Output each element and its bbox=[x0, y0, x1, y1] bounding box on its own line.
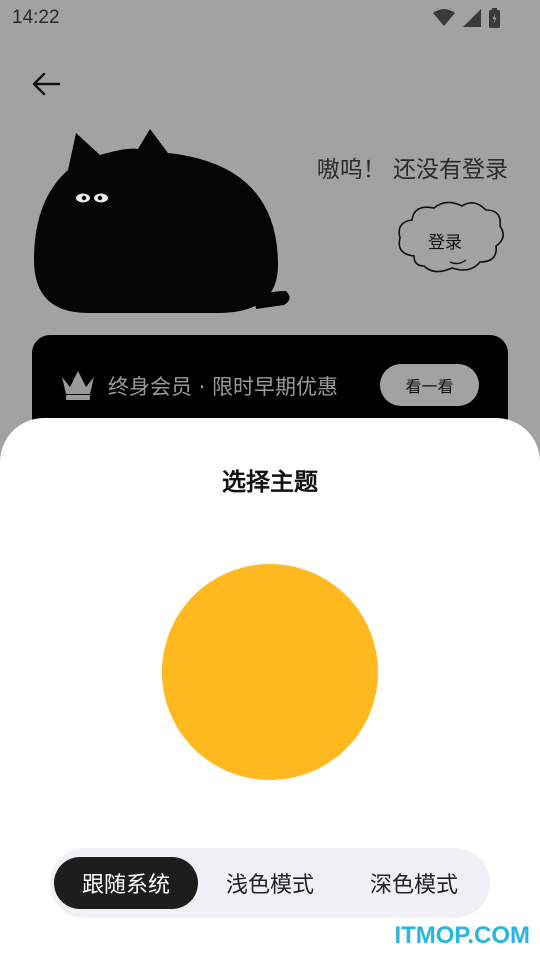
theme-option-dark[interactable]: 深色模式 bbox=[342, 857, 486, 909]
signal-icon bbox=[463, 9, 481, 27]
watermark: ITMOP.COM bbox=[394, 922, 530, 949]
theme-option-light[interactable]: 浅色模式 bbox=[198, 857, 342, 909]
back-button[interactable] bbox=[28, 66, 64, 102]
status-bar: 14:22 bbox=[0, 0, 540, 36]
status-time: 14:22 bbox=[12, 7, 60, 28]
status-icons bbox=[433, 8, 500, 28]
black-cat-illustration bbox=[34, 129, 290, 313]
vip-view-button[interactable]: 看一看 bbox=[380, 364, 479, 406]
theme-bottom-sheet: 选择主题 跟随系统 浅色模式 深色模式 bbox=[0, 418, 540, 960]
login-button[interactable]: 登录 bbox=[394, 196, 508, 278]
login-button-label: 登录 bbox=[428, 233, 462, 253]
arrow-left-icon bbox=[32, 72, 61, 96]
vip-text: 终身会员 · 限时早期优惠 bbox=[108, 375, 339, 399]
crown-icon bbox=[62, 371, 94, 400]
battery-icon bbox=[489, 8, 500, 28]
sheet-title: 选择主题 bbox=[222, 468, 318, 496]
theme-selector: 跟随系统 浅色模式 深色模式 bbox=[50, 848, 490, 918]
theme-option-system[interactable]: 跟随系统 bbox=[54, 857, 198, 909]
wifi-icon bbox=[433, 9, 455, 26]
login-prompt: 嗷呜！ 还没有登录 bbox=[316, 157, 508, 183]
theme-preview-circle bbox=[162, 564, 378, 780]
